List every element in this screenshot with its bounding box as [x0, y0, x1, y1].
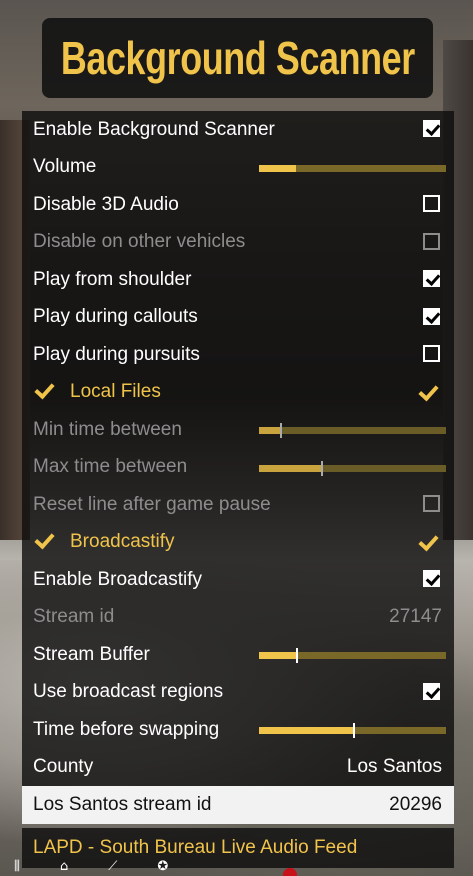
menu-item-label: Disable on other vehicles [33, 231, 246, 253]
slider[interactable] [259, 648, 446, 663]
menu-item-label: Play from shoulder [33, 268, 192, 290]
menu-title-banner: Background Scanner [42, 18, 433, 98]
slider-fill [259, 164, 297, 172]
menu-item-value: Los Santos [346, 756, 442, 778]
menu-item-label: Reset line after game pause [33, 493, 271, 515]
menu-item-label: Los Santos stream id [33, 793, 212, 815]
menu-item-value: 27147 [389, 606, 442, 628]
menu-item-local-files[interactable]: Local Files [22, 373, 454, 411]
checkbox[interactable] [423, 307, 440, 325]
slider[interactable] [259, 723, 446, 738]
menu-item-play-from-shoulder[interactable]: Play from shoulder [22, 261, 454, 299]
menu-item-value: 20296 [389, 793, 442, 815]
home-icon: ⌂ [59, 858, 69, 874]
menu-item-label: Enable Broadcastify [33, 568, 202, 590]
menu-item-label: Local Files [70, 381, 161, 403]
waypoint-marker [283, 868, 297, 876]
slider-fill [259, 727, 353, 734]
menu-item-county[interactable]: County Los Santos [22, 748, 454, 786]
menu-item-label: Min time between [33, 418, 182, 440]
menu-item-label: Broadcastify [70, 531, 175, 553]
menu-item-label: Stream Buffer [33, 643, 150, 665]
menu-item-label: Volume [33, 156, 97, 178]
slider-knob[interactable] [279, 423, 282, 438]
slider-fill [259, 464, 321, 472]
slider-knob[interactable] [320, 460, 323, 476]
bars-icon: ⫼ [14, 858, 20, 874]
menu-item-volume[interactable]: Volume [22, 148, 454, 186]
badge-icon: ✪ [157, 858, 169, 874]
menu-item-label: Use broadcast regions [33, 681, 224, 703]
check-icon [418, 530, 439, 551]
menu-item-time-before-swapping[interactable]: Time before swapping [22, 711, 454, 749]
menu-item-reset-line-after-game-pause[interactable]: Reset line after game pause [22, 486, 454, 524]
chart-icon: ⟋ [108, 858, 118, 874]
checkbox[interactable] [423, 270, 440, 287]
menu-item-stream-buffer[interactable]: Stream Buffer [22, 636, 454, 674]
menu-item-label: Play during pursuits [33, 343, 200, 365]
menu-item-use-broadcast-regions[interactable]: Use broadcast regions [22, 673, 454, 711]
menu-item-label: Enable Background Scanner [33, 118, 275, 140]
menu-item-broadcastify[interactable]: Broadcastify [22, 523, 454, 561]
checkbox[interactable] [423, 120, 440, 137]
slider[interactable] [259, 164, 446, 172]
slider[interactable] [259, 460, 446, 476]
menu-list: Enable Background Scanner Volume Disable 3… [22, 111, 454, 868]
menu-item-label: County [33, 756, 94, 778]
menu-item-label: Stream id [33, 606, 115, 628]
menu-item-play-during-callouts[interactable]: Play during callouts [22, 298, 454, 336]
menu-item-enable-background-scanner[interactable]: Enable Background Scanner [22, 111, 454, 149]
menu-item-stream-id[interactable]: Stream id 27147 [22, 598, 454, 636]
slider-fill [259, 427, 280, 434]
menu-item-label: Time before swapping [33, 718, 220, 740]
slider[interactable] [259, 423, 446, 438]
menu-item-max-time-between[interactable]: Max time between [22, 448, 454, 486]
menu-item-los-santos-stream-id[interactable]: Los Santos stream id 20296 [22, 786, 454, 824]
slider-fill [259, 652, 297, 659]
menu-item-play-during-pursuits[interactable]: Play during pursuits [22, 336, 454, 374]
checkbox[interactable] [423, 195, 440, 212]
check-icon [418, 380, 439, 401]
menu-item-label: Play during callouts [33, 306, 198, 328]
check-icon [34, 378, 55, 400]
checkbox[interactable] [423, 570, 440, 587]
checkbox[interactable] [423, 345, 440, 362]
checkbox[interactable] [423, 495, 440, 512]
menu-item-disable-3d-audio[interactable]: Disable 3D Audio [22, 186, 454, 224]
menu-item-label: Disable 3D Audio [33, 193, 179, 215]
checkbox[interactable] [423, 682, 440, 700]
slider-knob[interactable] [296, 648, 299, 663]
menu-item-min-time-between[interactable]: Min time between [22, 411, 454, 449]
menu-item-label: Max time between [33, 456, 188, 478]
menu-title: Background Scanner [60, 32, 415, 84]
slider-knob[interactable] [352, 723, 355, 738]
menu-item-enable-broadcastify[interactable]: Enable Broadcastify [22, 561, 454, 599]
hud-strip: ⫼ ⌂ ⟋ ✪ [0, 856, 473, 876]
checkbox[interactable] [423, 232, 440, 250]
check-icon [34, 528, 55, 550]
menu-item-disable-on-other-vehicles[interactable]: Disable on other vehicles [22, 223, 454, 261]
